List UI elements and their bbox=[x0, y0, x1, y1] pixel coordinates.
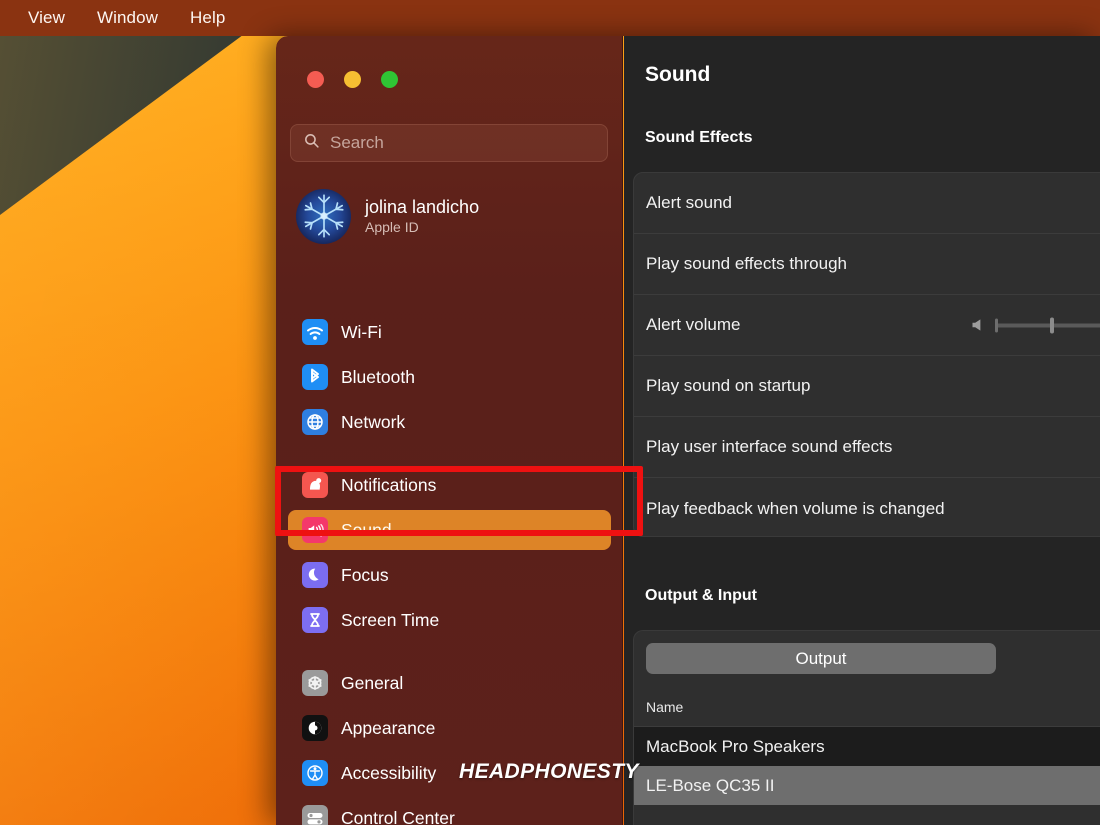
menu-bar: View Window Help bbox=[0, 0, 1100, 36]
screen: View Window Help bbox=[0, 0, 1100, 825]
avatar bbox=[296, 189, 351, 244]
row-play-ui-sound-effects[interactable]: Play user interface sound effects bbox=[634, 417, 1100, 478]
close-button[interactable] bbox=[307, 71, 324, 88]
row-play-feedback-volume-changed[interactable]: Play feedback when volume is changed bbox=[634, 478, 1100, 537]
screen-time-hourglass-icon bbox=[302, 607, 328, 633]
general-gear-icon bbox=[302, 670, 328, 696]
sidebar-item-sound[interactable]: Sound bbox=[288, 510, 611, 550]
sidebar-item-label: Network bbox=[341, 412, 405, 433]
search-input[interactable] bbox=[330, 133, 570, 153]
sidebar-item-label: Sound bbox=[341, 520, 392, 541]
row-label: Play sound on startup bbox=[646, 376, 810, 396]
sidebar-item-label: Focus bbox=[341, 565, 389, 586]
apple-id-profile-row[interactable]: jolina landicho Apple ID bbox=[296, 187, 596, 245]
sound-speaker-icon bbox=[302, 517, 328, 543]
search-icon bbox=[303, 132, 320, 154]
sidebar-item-control-center[interactable]: Control Center bbox=[288, 798, 611, 825]
sidebar: jolina landicho Apple ID Wi-Fi bbox=[276, 36, 623, 825]
sidebar-item-notifications[interactable]: Notifications bbox=[288, 465, 611, 505]
menu-item-help[interactable]: Help bbox=[174, 8, 241, 28]
sidebar-item-label: Appearance bbox=[341, 718, 435, 739]
output-input-card: Output Name MacBook Pro Speakers LE-Bose… bbox=[633, 630, 1100, 825]
control-center-toggles-icon bbox=[302, 805, 328, 825]
row-label: Play user interface sound effects bbox=[646, 437, 892, 457]
row-alert-sound[interactable]: Alert sound bbox=[634, 173, 1100, 234]
sidebar-item-label: Notifications bbox=[341, 475, 436, 496]
sidebar-item-wifi[interactable]: Wi-Fi bbox=[288, 312, 611, 352]
row-label: Alert volume bbox=[646, 315, 740, 335]
row-play-sound-effects-through[interactable]: Play sound effects through bbox=[634, 234, 1100, 295]
slider-min-tick bbox=[995, 318, 998, 332]
row-label: Alert sound bbox=[646, 193, 732, 213]
profile-name: jolina landicho bbox=[365, 197, 479, 218]
sidebar-nav: Wi-Fi Bluetooth bbox=[288, 312, 611, 825]
alert-volume-slider[interactable] bbox=[970, 318, 1100, 333]
sidebar-item-focus[interactable]: Focus bbox=[288, 555, 611, 595]
output-input-segmented-control[interactable]: Output bbox=[646, 643, 996, 674]
detail-pane: Sound Sound Effects Alert sound Play sou… bbox=[624, 36, 1100, 825]
search-field[interactable] bbox=[290, 124, 608, 162]
menu-item-window[interactable]: Window bbox=[81, 8, 174, 28]
menu-item-view[interactable]: View bbox=[12, 8, 81, 28]
sidebar-item-network[interactable]: Network bbox=[288, 402, 611, 442]
wifi-icon bbox=[302, 319, 328, 345]
sidebar-item-general[interactable]: General bbox=[288, 663, 611, 703]
row-alert-volume[interactable]: Alert volume bbox=[634, 295, 1100, 356]
zoom-button[interactable] bbox=[381, 71, 398, 88]
device-table: Name MacBook Pro Speakers LE-Bose QC35 I… bbox=[634, 688, 1100, 805]
appearance-contrast-icon bbox=[302, 715, 328, 741]
accessibility-person-icon bbox=[302, 760, 328, 786]
focus-moon-icon bbox=[302, 562, 328, 588]
sidebar-item-label: Screen Time bbox=[341, 610, 439, 631]
row-play-sound-on-startup[interactable]: Play sound on startup bbox=[634, 356, 1100, 417]
minimize-button[interactable] bbox=[344, 71, 361, 88]
bluetooth-icon bbox=[302, 364, 328, 390]
sidebar-item-label: General bbox=[341, 673, 403, 694]
notifications-bell-icon bbox=[302, 472, 328, 498]
window-traffic-lights bbox=[307, 71, 398, 88]
section-heading-output-input: Output & Input bbox=[645, 587, 757, 605]
table-header-name: Name bbox=[634, 688, 1100, 727]
tab-output[interactable]: Output bbox=[646, 643, 996, 674]
slider-track[interactable] bbox=[996, 323, 1100, 327]
sidebar-item-appearance[interactable]: Appearance bbox=[288, 708, 611, 748]
network-globe-icon bbox=[302, 409, 328, 435]
wallpaper-navy-shape bbox=[0, 0, 300, 240]
section-heading-sound-effects: Sound Effects bbox=[645, 129, 753, 147]
slider-knob[interactable] bbox=[1050, 317, 1054, 333]
sidebar-item-label: Wi-Fi bbox=[341, 322, 382, 343]
profile-subtitle: Apple ID bbox=[365, 219, 479, 235]
system-settings-window: jolina landicho Apple ID Wi-Fi bbox=[276, 36, 1100, 825]
sidebar-item-label: Bluetooth bbox=[341, 367, 415, 388]
row-label: Play sound effects through bbox=[646, 254, 847, 274]
speaker-icon bbox=[970, 318, 987, 333]
sidebar-group-divider bbox=[288, 447, 611, 465]
watermark: HEADPHONESTY bbox=[459, 760, 639, 784]
snowflake-icon bbox=[298, 190, 350, 242]
sidebar-item-bluetooth[interactable]: Bluetooth bbox=[288, 357, 611, 397]
sidebar-item-screen-time[interactable]: Screen Time bbox=[288, 600, 611, 640]
sound-effects-card: Alert sound Play sound effects through A… bbox=[633, 172, 1100, 537]
table-row[interactable]: MacBook Pro Speakers bbox=[634, 727, 1100, 766]
row-label: Play feedback when volume is changed bbox=[646, 499, 945, 519]
page-title: Sound bbox=[645, 63, 710, 87]
sidebar-item-label: Accessibility bbox=[341, 763, 436, 784]
sidebar-item-label: Control Center bbox=[341, 808, 455, 825]
table-row[interactable]: LE-Bose QC35 II bbox=[634, 766, 1100, 805]
sidebar-group-divider bbox=[288, 645, 611, 663]
